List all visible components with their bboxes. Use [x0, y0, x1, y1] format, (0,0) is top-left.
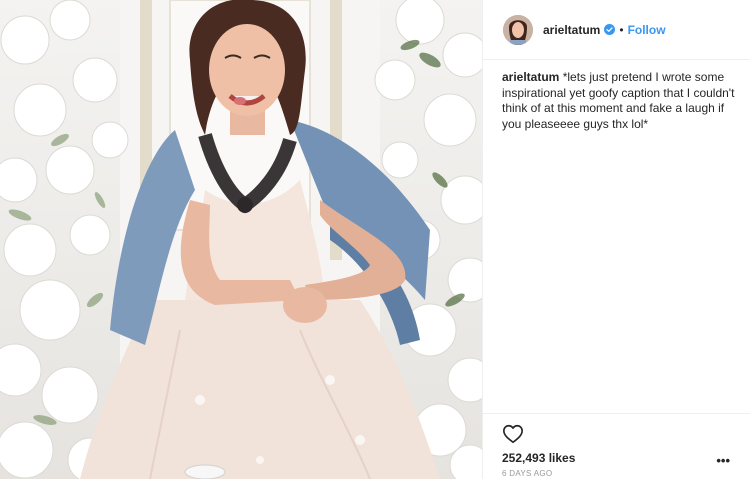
- username-link[interactable]: arieltatum: [543, 23, 600, 37]
- instagram-post: arieltatum • Follow arieltatum *lets jus…: [0, 0, 750, 479]
- separator-dot: •: [619, 22, 624, 37]
- avatar[interactable]: [503, 14, 533, 45]
- post-footer: 252,493 likes 6 DAYS AGO •••: [483, 413, 750, 479]
- post-image: [0, 0, 482, 479]
- post-header: arieltatum • Follow: [483, 0, 750, 60]
- avatar-image: [503, 14, 533, 45]
- post-timestamp: 6 DAYS AGO: [502, 469, 553, 478]
- like-heart-icon[interactable]: [502, 423, 524, 445]
- more-options-button[interactable]: •••: [716, 453, 730, 468]
- post-photo[interactable]: [0, 0, 482, 479]
- post-caption: arieltatum *lets just pretend I wrote so…: [502, 70, 738, 132]
- likes-count[interactable]: 252,493 likes: [502, 451, 575, 465]
- verified-badge-icon: [604, 24, 616, 35]
- follow-button[interactable]: Follow: [628, 23, 666, 37]
- post-sidebar: arieltatum • Follow arieltatum *lets jus…: [482, 0, 750, 479]
- caption-username-link[interactable]: arieltatum: [502, 70, 559, 84]
